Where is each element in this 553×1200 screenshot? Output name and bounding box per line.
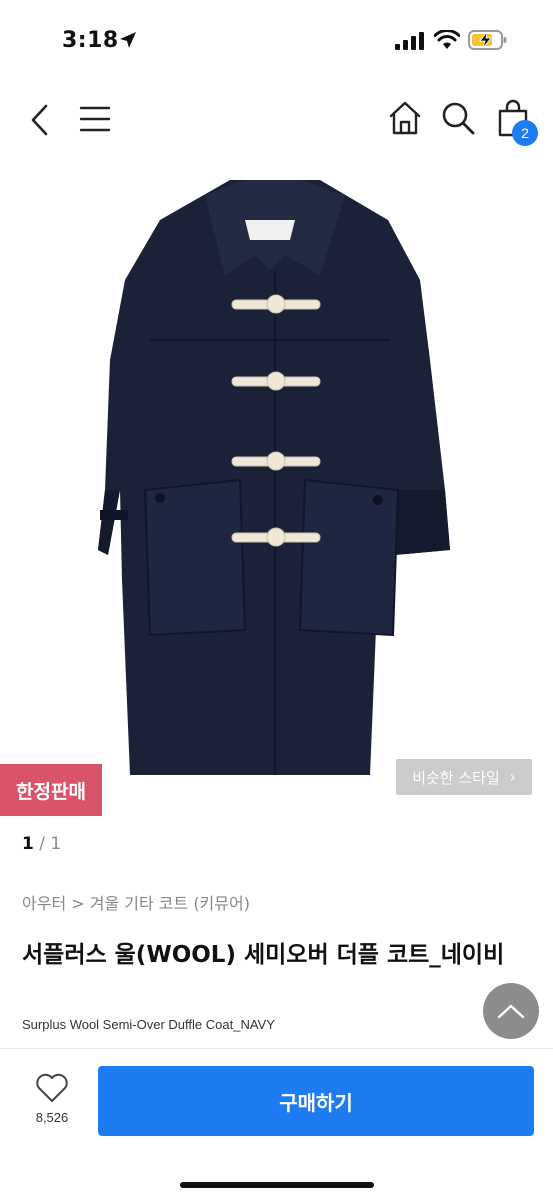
breadcrumb[interactable]: 아우터 > 겨울 기타 코트 (키뮤어) bbox=[22, 890, 250, 914]
product-image[interactable] bbox=[0, 160, 553, 820]
product-title: 서플러스 울(WOOL) 세미오버 더플 코트_네이비 bbox=[22, 942, 505, 968]
chevron-up-icon bbox=[497, 1004, 525, 1019]
pager-separator: / bbox=[39, 834, 45, 854]
chevron-right-icon: › bbox=[509, 768, 516, 786]
similar-style-button[interactable]: 비슷한 스타일 › bbox=[396, 759, 532, 795]
like-button[interactable]: 8,526 bbox=[22, 1072, 82, 1134]
wifi-icon bbox=[434, 30, 460, 49]
signal-icon bbox=[395, 32, 424, 50]
nav-bar: 2 bbox=[0, 80, 553, 160]
similar-style-label: 비슷한 스타일 bbox=[412, 768, 500, 787]
bottom-bar-divider bbox=[0, 1048, 553, 1049]
like-count: 8,526 bbox=[35, 1110, 69, 1125]
image-pager: 1 / 1 bbox=[22, 834, 61, 854]
cart-count-badge: 2 bbox=[512, 120, 538, 146]
heart-icon bbox=[36, 1073, 68, 1102]
limited-sale-badge: 한정판매 bbox=[0, 764, 102, 816]
pager-total: 1 bbox=[50, 834, 62, 854]
status-bar: 3:18 bbox=[0, 0, 553, 80]
home-indicator bbox=[180, 1182, 374, 1188]
battery-charging-icon bbox=[468, 30, 507, 50]
product-subtitle: Surplus Wool Semi-Over Duffle Coat_NAVY bbox=[22, 1017, 275, 1032]
home-icon[interactable] bbox=[388, 100, 422, 136]
buy-button[interactable]: 구매하기 bbox=[98, 1066, 534, 1136]
search-icon[interactable] bbox=[440, 100, 476, 136]
back-icon[interactable] bbox=[24, 100, 56, 140]
pager-current: 1 bbox=[22, 834, 34, 854]
duffle-coat-image bbox=[98, 180, 450, 775]
location-arrow-icon bbox=[120, 32, 136, 48]
menu-icon[interactable] bbox=[78, 102, 112, 136]
scroll-to-top-button[interactable] bbox=[483, 983, 539, 1039]
status-time: 3:18 bbox=[62, 28, 119, 53]
